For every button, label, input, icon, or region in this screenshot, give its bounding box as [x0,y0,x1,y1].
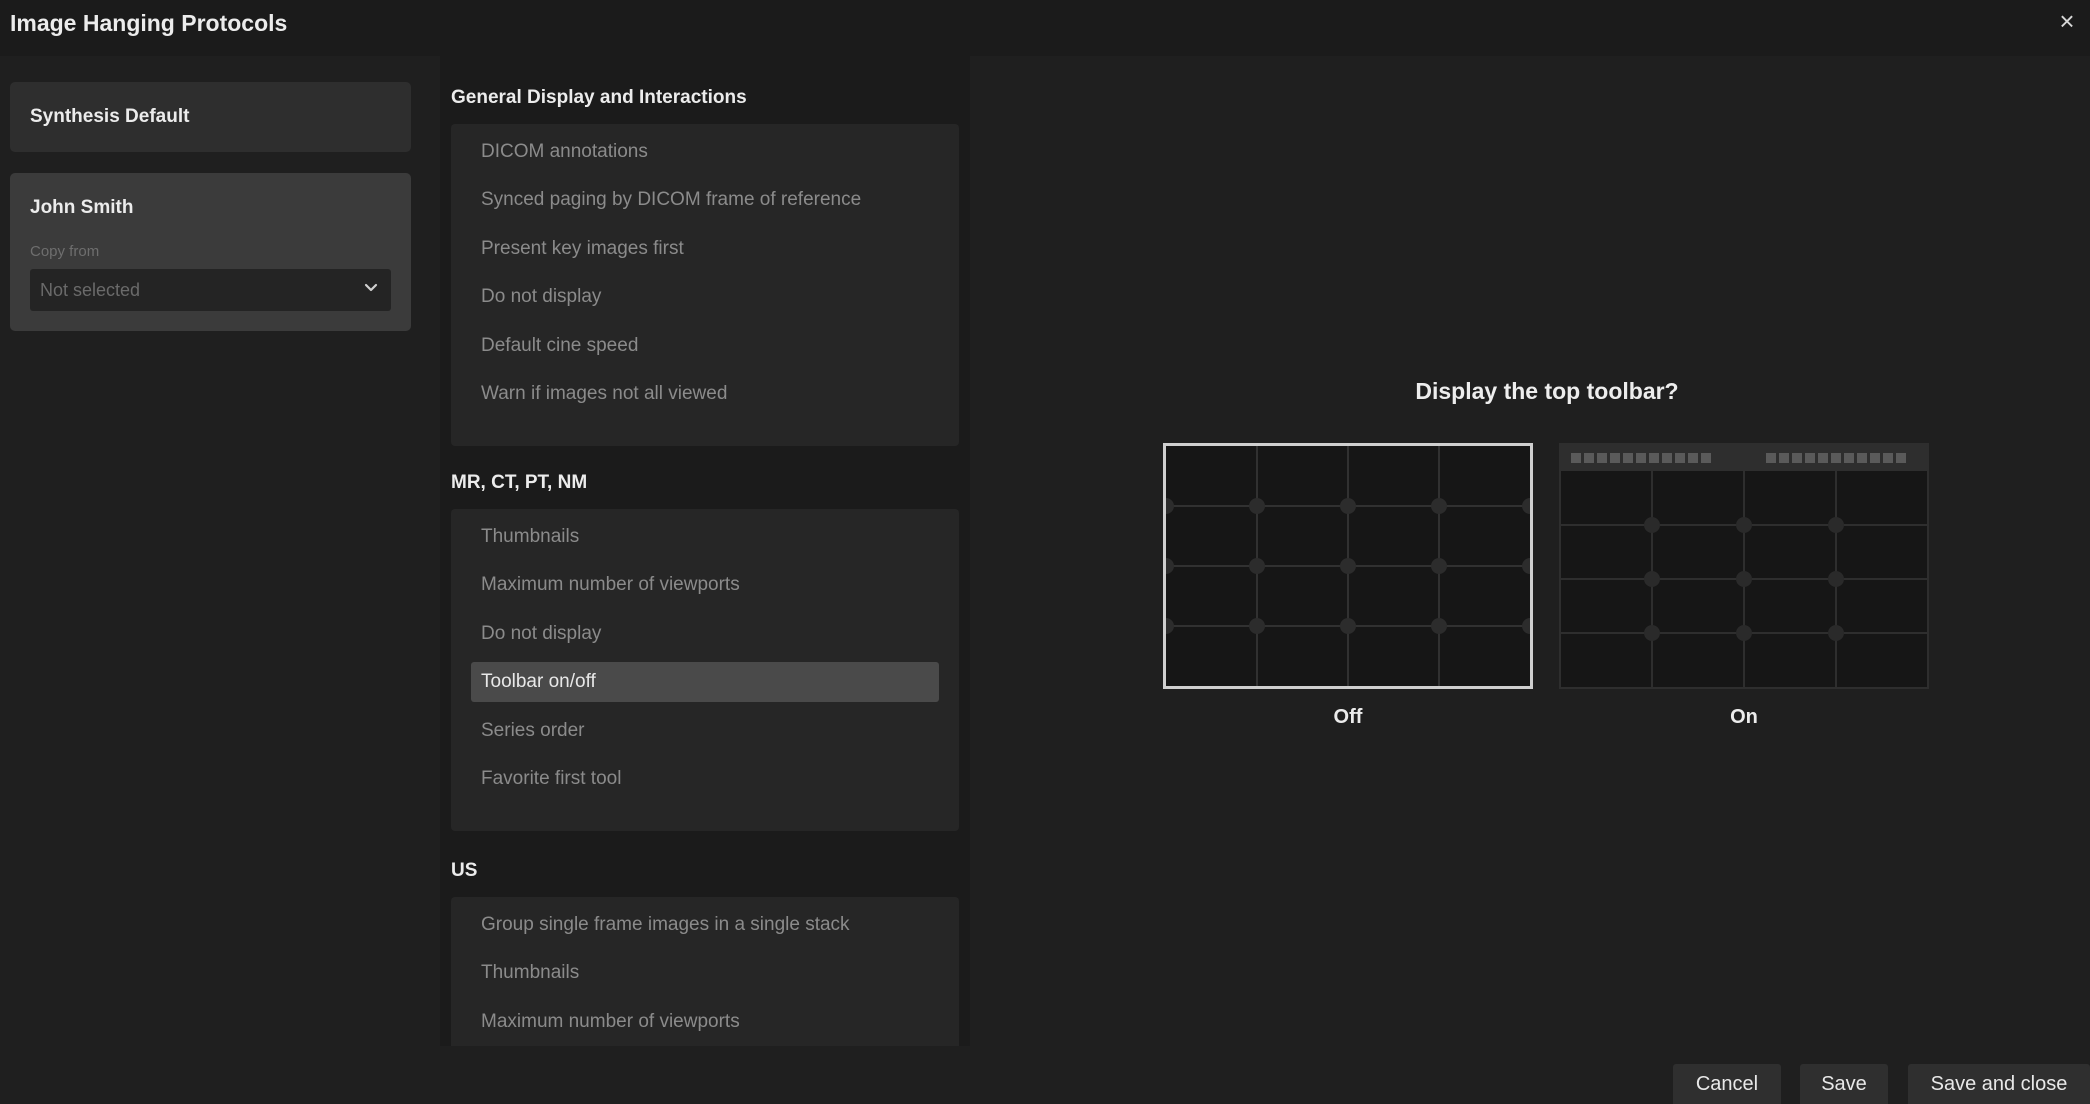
setting-item[interactable]: Group single frame images in a single st… [471,905,939,945]
setting-item[interactable]: Warn if images not all viewed [471,374,939,414]
profile-name: John Smith [30,197,134,218]
setting-item[interactable]: Do not display [471,614,939,654]
cancel-button[interactable]: Cancel [1673,1064,1781,1104]
section-mrct: Thumbnails Maximum number of viewports D… [451,509,959,831]
option-toolbar-on[interactable] [1559,443,1929,689]
window-title: Image Hanging Protocols [10,10,288,36]
option-label-off: Off [1333,706,1363,728]
section-us: Group single frame images in a single st… [451,897,959,1046]
viewport-grid-preview-toolbar [1561,445,1927,687]
setting-item-toolbar-active[interactable]: Toolbar on/off [471,662,939,702]
setting-item[interactable]: Synced paging by DICOM frame of referenc… [471,180,939,220]
setting-item[interactable]: Thumbnails [471,953,939,993]
viewport-grid-preview [1166,446,1530,686]
section-heading-mrct: MR, CT, PT, NM [451,472,588,493]
setting-item[interactable]: Thumbnails [471,517,939,557]
setting-item[interactable]: Maximum number of viewports [471,1002,939,1042]
setting-item[interactable]: Default cine speed [471,326,939,366]
profile-john-smith[interactable]: John Smith Copy from Not selected [10,173,411,331]
option-toolbar-off[interactable] [1163,443,1533,689]
copy-from-label: Copy from [30,243,100,260]
save-button[interactable]: Save [1800,1064,1888,1104]
chevron-down-icon [364,283,378,292]
section-heading-general: General Display and Interactions [451,87,747,108]
setting-item[interactable]: Do not display [471,277,939,317]
section-general: DICOM annotations Synced paging by DICOM… [451,124,959,446]
setting-item[interactable]: DICOM annotations [471,132,939,172]
profile-name: Synthesis Default [30,106,190,127]
save-and-close-button[interactable]: Save and close [1908,1064,2090,1104]
option-label-on: On [1730,706,1758,728]
profile-synthesis-default[interactable]: Synthesis Default [10,82,411,152]
copy-from-value: Not selected [40,280,141,300]
copy-from-select[interactable]: Not selected [30,269,391,311]
preview-question: Display the top toolbar? [1415,378,1679,404]
settings-list[interactable]: General Display and Interactions DICOM a… [440,56,970,1046]
close-icon[interactable]: × [2052,6,2082,36]
setting-item[interactable]: Maximum number of viewports [471,565,939,605]
title-bar: Image Hanging Protocols × [0,0,2090,56]
setting-item[interactable]: Present key images first [471,229,939,269]
setting-item[interactable]: Series order [471,711,939,751]
section-heading-us: US [451,860,478,881]
setting-item[interactable]: Favorite first tool [471,759,939,799]
